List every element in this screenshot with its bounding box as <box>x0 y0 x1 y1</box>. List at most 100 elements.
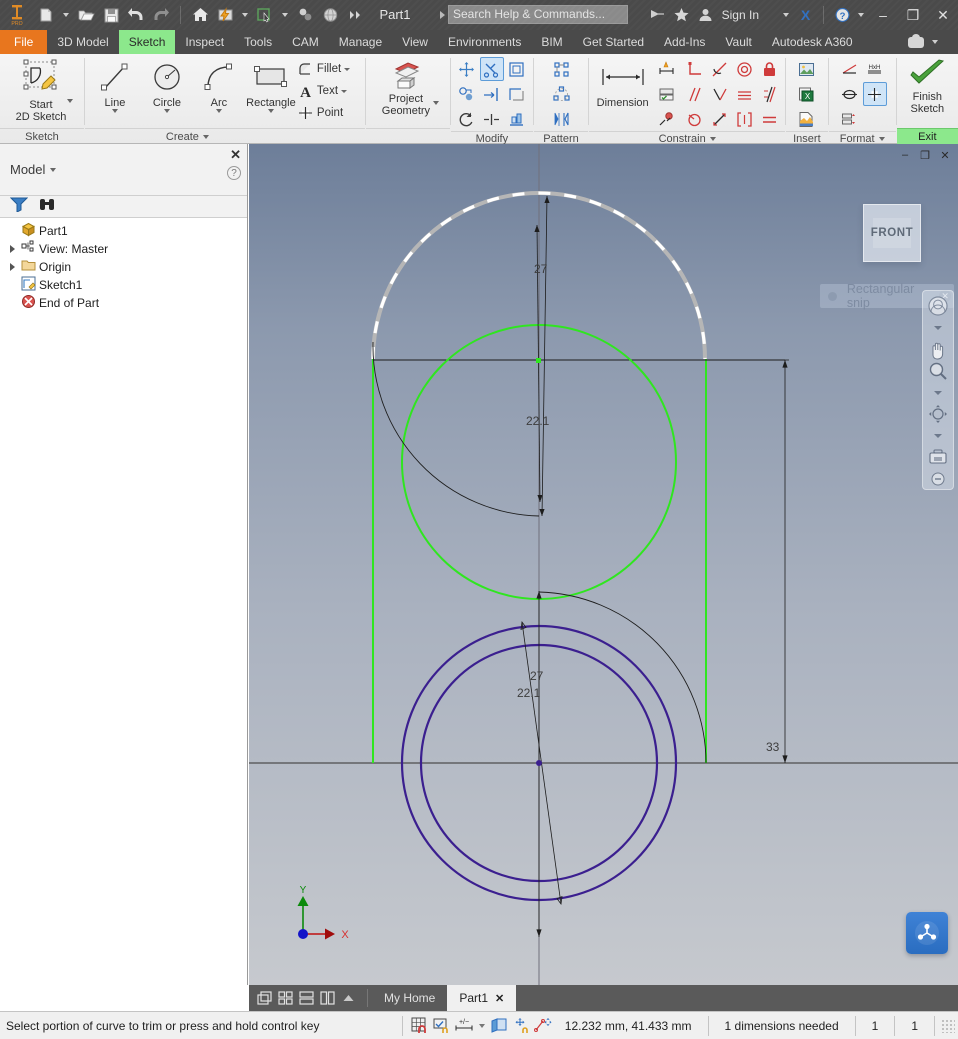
driven-dimension-tool-icon[interactable]: HxH <box>863 57 887 81</box>
lightning-update-icon[interactable] <box>213 3 237 27</box>
line-dropdown-icon[interactable] <box>111 109 118 113</box>
perpendicular-constraint-icon[interactable] <box>682 57 706 81</box>
graphics-canvas[interactable]: 27 22.1 27 22.1 33 – ❐ ✕ FRONT Rectangul… <box>249 144 958 985</box>
browser-title[interactable]: Model <box>10 162 57 177</box>
vertical-split-icon[interactable] <box>318 989 336 1007</box>
dim-label-22-1-top[interactable]: 22.1 <box>526 414 549 428</box>
tangent-constraint-icon[interactable] <box>707 57 731 81</box>
circle-button[interactable]: Circle <box>141 57 193 115</box>
tab-3d-model[interactable]: 3D Model <box>47 30 118 54</box>
dim-label-27-bottom[interactable]: 27 <box>530 669 543 683</box>
insert-acad-tool-icon[interactable] <box>795 107 819 131</box>
rotate-tool-icon[interactable] <box>455 107 479 131</box>
grid-layout-icon[interactable] <box>276 989 294 1007</box>
mirror-tool-icon[interactable] <box>549 107 573 131</box>
orbit-icon[interactable] <box>925 404 951 425</box>
tab-sketch[interactable]: Sketch <box>118 30 176 54</box>
look-at-camera-icon[interactable] <box>925 447 951 468</box>
smooth-constraint-icon[interactable] <box>682 107 706 131</box>
binoculars-find-icon[interactable] <box>38 197 56 217</box>
dim-label-27-top[interactable]: 27 <box>534 262 547 276</box>
material-sphere-icon[interactable] <box>293 3 317 27</box>
home-icon[interactable] <box>188 3 212 27</box>
parallel-constraint-icon[interactable] <box>682 82 706 106</box>
pan-hand-icon[interactable] <box>925 340 951 361</box>
symmetric-constraint-icon[interactable] <box>707 107 731 131</box>
window-maximize-button[interactable]: ❐ <box>898 0 928 30</box>
horizontal-constraint-icon[interactable] <box>732 82 756 106</box>
tree-expander-view-master[interactable] <box>6 245 18 253</box>
project-geometry-dropdown-icon[interactable] <box>433 101 440 105</box>
title-expand-arrow-icon[interactable] <box>440 11 445 19</box>
doc-tab-my-home[interactable]: My Home <box>372 985 447 1011</box>
create-panel-expand-icon[interactable] <box>202 134 209 139</box>
doc-tab-part1-close-icon[interactable]: ✕ <box>495 992 504 1005</box>
fillet-dropdown-icon[interactable] <box>344 67 351 71</box>
collinear-constraint-icon[interactable] <box>732 107 756 131</box>
navbar-dropdown-3-icon[interactable] <box>925 426 951 447</box>
stretch-tool-icon[interactable] <box>505 107 529 131</box>
arc-button[interactable]: Arc <box>193 57 245 115</box>
open-folder-icon[interactable] <box>74 3 98 27</box>
cloud-status-button[interactable] <box>908 30 958 54</box>
circle-dropdown-icon[interactable] <box>163 109 170 113</box>
new-doc-icon[interactable] <box>34 3 58 27</box>
text-dropdown-icon[interactable] <box>341 89 348 93</box>
tab-inspect[interactable]: Inspect <box>175 30 234 54</box>
point-button[interactable]: Point <box>294 102 346 124</box>
share-view-icon[interactable] <box>646 3 670 27</box>
cloud-dropdown-icon[interactable] <box>932 40 938 44</box>
canvas-close-button[interactable]: ✕ <box>936 147 954 163</box>
navbar-dropdown-2-icon[interactable] <box>925 383 951 404</box>
select-cursor-icon[interactable] <box>253 3 277 27</box>
tab-autodesk-a360[interactable]: Autodesk A360 <box>762 30 863 54</box>
concentric-constraint-icon[interactable] <box>732 57 756 81</box>
constraint-inference-icon[interactable] <box>431 1015 453 1037</box>
snap-to-grid-icon[interactable] <box>409 1015 431 1037</box>
browser-close-icon[interactable]: ✕ <box>230 147 241 163</box>
tree-item-part1[interactable]: Part1 <box>0 222 247 240</box>
autodesk-exchange-x-icon[interactable]: X <box>793 3 817 27</box>
save-disk-icon[interactable] <box>99 3 123 27</box>
tab-tools[interactable]: Tools <box>234 30 282 54</box>
update-dropdown-icon[interactable] <box>242 13 248 17</box>
sketch-visibility-icon[interactable] <box>489 1015 511 1037</box>
person-icon[interactable] <box>694 3 718 27</box>
undo-arrow-icon[interactable] <box>124 3 148 27</box>
redo-arrow-icon[interactable] <box>149 3 173 27</box>
window-minimize-button[interactable]: – <box>868 0 898 30</box>
tab-manage[interactable]: Manage <box>329 30 392 54</box>
fix-constraint-icon[interactable] <box>757 57 781 81</box>
navbar-dropdown-1-icon[interactable] <box>925 318 951 339</box>
appearance-globe-icon[interactable] <box>318 3 342 27</box>
split-tool-icon[interactable] <box>480 107 504 131</box>
copy-tool-icon[interactable] <box>455 82 479 106</box>
sign-in-dropdown-icon[interactable] <box>783 13 789 17</box>
tree-item-end-of-part[interactable]: End of Part <box>0 294 247 312</box>
import-points-tool-icon[interactable]: X <box>795 82 819 106</box>
start-2d-sketch-dropdown-icon[interactable] <box>67 99 74 103</box>
canvas-minimize-button[interactable]: – <box>896 147 914 163</box>
tab-cam[interactable]: CAM <box>282 30 329 54</box>
arc-dropdown-icon[interactable] <box>215 109 222 113</box>
insert-image-tool-icon[interactable] <box>795 57 819 81</box>
search-input[interactable]: Search Help & Commands... <box>448 5 628 24</box>
construction-line-tool-icon[interactable] <box>838 57 862 81</box>
tree-item-sketch1[interactable]: Sketch1 <box>0 276 247 294</box>
coincident-constraint-icon[interactable] <box>707 82 731 106</box>
view-cube[interactable]: FRONT <box>863 204 921 262</box>
auto-project-icon[interactable] <box>511 1015 533 1037</box>
project-edges-icon[interactable] <box>533 1015 555 1037</box>
equal-constraint-icon[interactable] <box>757 107 781 131</box>
inventor-pro-icon[interactable]: PRO <box>0 4 34 26</box>
dimension-input-icon[interactable]: +/− <box>453 1015 475 1037</box>
tile-windows-icon[interactable] <box>255 989 273 1007</box>
rectangular-pattern-tool-icon[interactable] <box>549 57 573 81</box>
extend-tool-icon[interactable] <box>480 82 504 106</box>
steering-wheel-icon[interactable] <box>925 295 951 317</box>
scale-tool-icon[interactable] <box>505 82 529 106</box>
resize-grip-icon[interactable] <box>941 1018 955 1033</box>
expand-up-icon[interactable] <box>339 989 357 1007</box>
help-dropdown-icon[interactable] <box>858 13 864 17</box>
window-close-button[interactable]: ✕ <box>928 0 958 30</box>
